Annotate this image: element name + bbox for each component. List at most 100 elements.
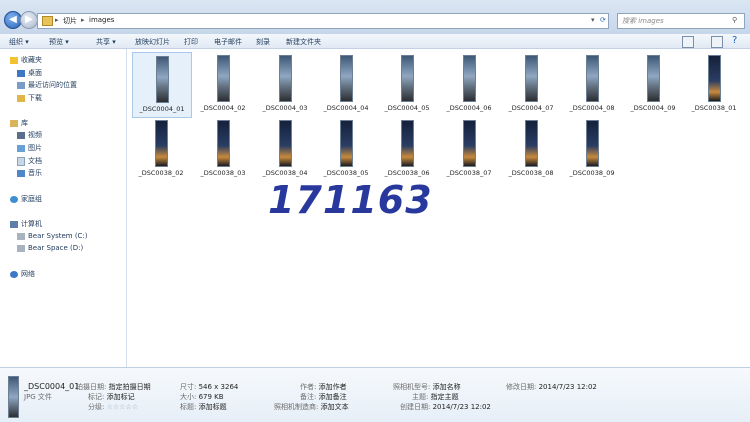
view-options-icon[interactable] [682,36,694,48]
burn-button[interactable]: 刻录 [256,37,270,47]
share-button[interactable]: 共享 ▾ [96,37,116,47]
thumbnail [156,56,169,103]
size-value: 679 KB [198,393,224,401]
breadcrumb-segment-1[interactable]: 切片 [63,16,77,26]
file-item[interactable]: _DSC0038_04 [256,117,314,181]
music-icon [17,169,25,177]
file-item[interactable]: _DSC0038_09 [563,117,621,181]
pictures-icon [17,144,25,152]
sidebar-item-music[interactable]: 音乐 [17,168,42,178]
thumbnail [279,55,292,102]
sidebar-item-documents[interactable]: 文档 [17,156,42,166]
sidebar-item-homegroup[interactable]: 家庭组 [10,194,42,204]
preview-button[interactable]: 预览 ▾ [49,37,69,47]
thumbnail [217,120,230,167]
created-label: 创建日期: [400,403,431,411]
preview-pane-icon[interactable] [711,36,723,48]
author-label: 作者: [300,383,317,391]
file-item[interactable]: _DSC0038_08 [502,117,560,181]
thumbnail [463,120,476,167]
refresh-icon[interactable]: ⟳ [600,16,606,24]
details-pane: _DSC0004_01 JPG 文件 拍摄日期: 指定拍摄日期 标记: 添加标记… [0,367,750,422]
thumbnail [155,120,168,167]
sidebar-item-favorites[interactable]: 收藏夹 [10,55,42,65]
sidebar-item-videos[interactable]: 视频 [17,130,42,140]
tags-label: 标记: [88,393,105,401]
address-input[interactable]: ▸ 切片 ▸ images ▾ ⟳ [37,13,609,29]
file-item[interactable]: _DSC0004_06 [440,52,498,116]
thumbnail [586,55,599,102]
forward-button[interactable]: ▶ [20,11,38,29]
help-icon[interactable]: ? [732,35,737,46]
camera-model-label: 照相机型号: [393,383,431,391]
selected-file-type: JPG 文件 [24,393,52,401]
thumbnail [708,55,721,102]
file-item[interactable]: _DSC0038_07 [440,117,498,181]
title-value[interactable]: 添加标题 [199,403,227,411]
chevron-right-icon: ▸ [55,16,59,24]
sidebar-item-pictures[interactable]: 图片 [17,143,42,153]
thumbnail [525,55,538,102]
file-list: _DSC0004_01 _DSC0004_02 _DSC0004_03 _DSC… [127,49,750,367]
chevron-right-icon: ▸ [81,16,85,24]
sidebar-item-downloads[interactable]: 下载 [17,93,42,103]
sidebar-item-drive-c[interactable]: Bear System (C:) [17,232,88,242]
drive-icon [17,244,25,252]
thumbnail [586,120,599,167]
email-button[interactable]: 电子邮件 [214,37,242,47]
tags-value[interactable]: 添加标记 [107,393,135,401]
file-item[interactable]: _DSC0004_05 [378,52,436,116]
computer-icon [10,220,18,228]
new-folder-button[interactable]: 新建文件夹 [286,37,321,47]
file-item[interactable]: _DSC0004_09 [624,52,682,116]
camera-model-value[interactable]: 添加名称 [433,383,461,391]
file-item[interactable]: _DSC0004_01 [132,52,192,118]
folder-icon [42,16,53,26]
chevron-down-icon[interactable]: ▾ [591,16,595,24]
title-label: 标题: [180,403,197,411]
network-icon [10,270,18,278]
search-placeholder: 搜索 images [622,17,664,25]
file-item[interactable]: _DSC0004_02 [194,52,252,116]
address-bar-area: ◀ ▶ ▸ 切片 ▸ images ▾ ⟳ 搜索 images ⚲ [0,0,750,35]
search-input[interactable]: 搜索 images ⚲ [617,13,745,29]
sidebar-item-libraries[interactable]: 库 [10,118,28,128]
organize-button[interactable]: 组织 ▾ [9,37,29,47]
breadcrumb-segment-2[interactable]: images [89,16,114,24]
desktop-icon [17,69,25,77]
thumbnail [217,55,230,102]
size-label: 大小: [180,393,197,401]
sidebar-item-desktop[interactable]: 桌面 [17,68,42,78]
sidebar-item-drive-d[interactable]: Bear Space (D:) [17,244,83,254]
sidebar-item-recent[interactable]: 最近访问的位置 [17,80,77,90]
file-item[interactable]: _DSC0038_03 [194,117,252,181]
modified-value: 2014/7/23 12:02 [538,383,597,391]
comments-label: 备注: [300,393,317,401]
file-item[interactable]: _DSC0004_07 [502,52,560,116]
thumbnail [401,55,414,102]
dimensions-value: 546 x 3264 [198,383,239,391]
file-item[interactable]: _DSC0038_05 [317,117,375,181]
search-icon[interactable]: ⚲ [732,16,737,24]
navigation-pane: 收藏夹 桌面 最近访问的位置 下载 库 视频 图片 文档 音乐 家庭组 计算机 … [0,49,127,367]
file-item[interactable]: _DSC0038_02 [132,117,190,181]
file-item[interactable]: _DSC0004_03 [256,52,314,116]
file-item[interactable]: _DSC0004_08 [563,52,621,116]
file-item[interactable]: _DSC0004_04 [317,52,375,116]
sidebar-item-computer[interactable]: 计算机 [10,219,42,229]
file-item[interactable]: _DSC0038_06 [378,117,436,181]
file-item[interactable]: _DSC0038_01 [685,52,743,116]
thumbnail [525,120,538,167]
star-icon [10,56,18,64]
comments-value[interactable]: 添加备注 [319,393,347,401]
thumbnail [647,55,660,102]
sidebar-item-network[interactable]: 网络 [10,269,35,279]
drive-icon [17,232,25,240]
print-button[interactable]: 打印 [184,37,198,47]
camera-maker-value[interactable]: 添加文本 [321,403,349,411]
rating-stars[interactable]: ☆☆☆☆☆ [107,403,138,411]
date-taken-value[interactable]: 指定拍摄日期 [109,383,151,391]
subject-value[interactable]: 指定主题 [431,393,459,401]
author-value[interactable]: 添加作者 [319,383,347,391]
slideshow-button[interactable]: 放映幻灯片 [135,37,170,47]
